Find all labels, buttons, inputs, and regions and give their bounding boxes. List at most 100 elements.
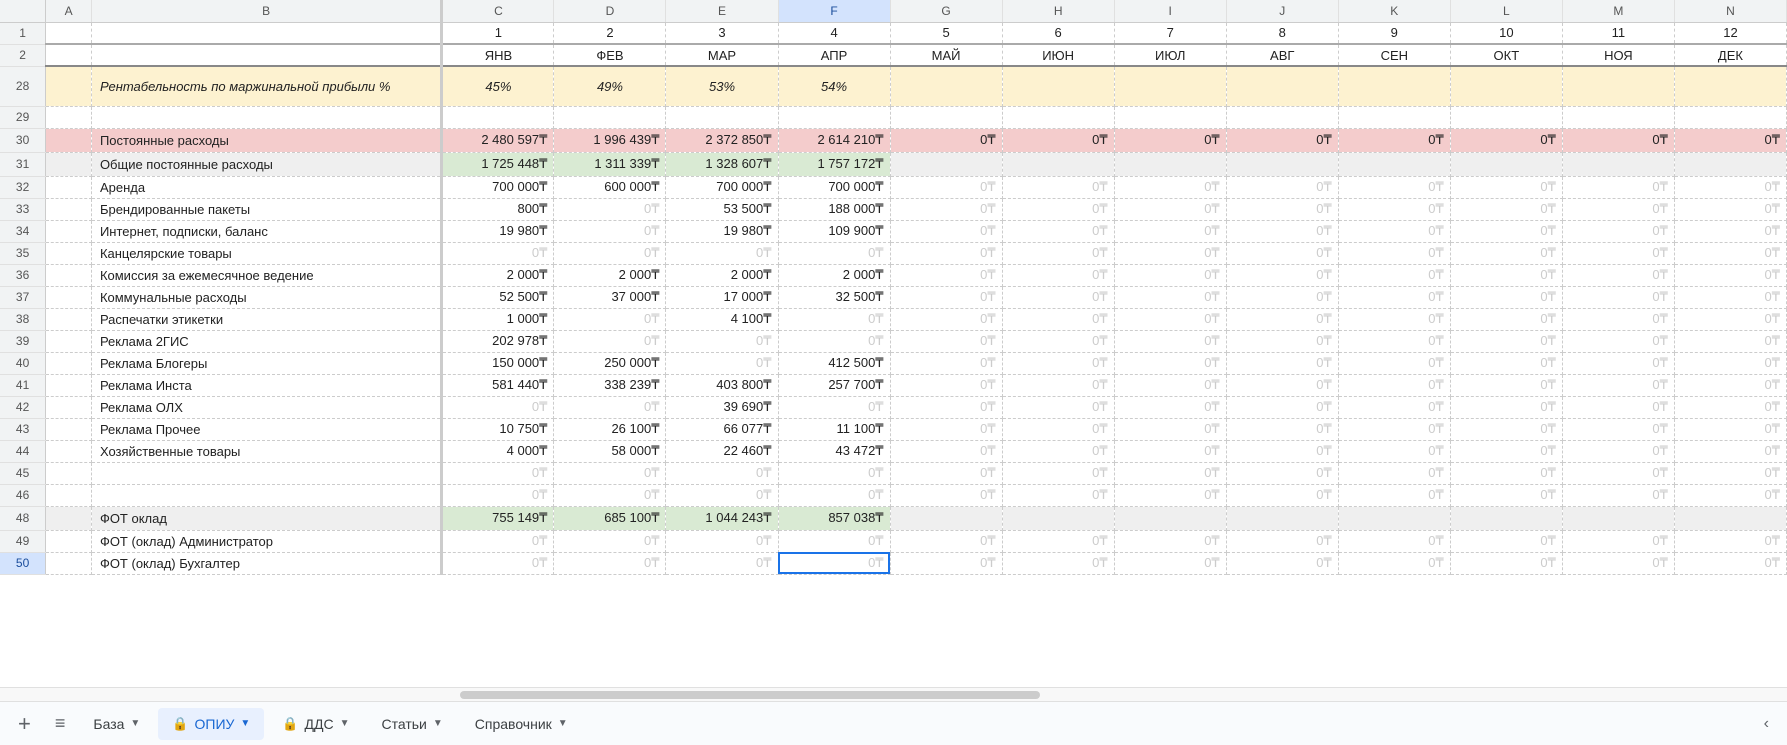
- cell-K42[interactable]: 0₸: [1338, 396, 1450, 418]
- cell-H42[interactable]: 0₸: [1002, 396, 1114, 418]
- cell-B2[interactable]: [91, 44, 441, 66]
- cell-G34[interactable]: 0₸: [890, 220, 1002, 242]
- cell-M40[interactable]: 0₸: [1562, 352, 1674, 374]
- spreadsheet-grid[interactable]: A B C D E F G H I J K L M N 112345678910…: [0, 0, 1787, 687]
- cell-G39[interactable]: 0₸: [890, 330, 1002, 352]
- cell-N36[interactable]: 0₸: [1674, 264, 1786, 286]
- cell-G35[interactable]: 0₸: [890, 242, 1002, 264]
- col-header-L[interactable]: L: [1450, 0, 1562, 22]
- cell-G2[interactable]: МАЙ: [890, 44, 1002, 66]
- cell-B32[interactable]: Аренда: [91, 176, 441, 198]
- col-header-E[interactable]: E: [666, 0, 778, 22]
- cell-C31[interactable]: 1 725 448₸: [442, 152, 554, 176]
- cell-F40[interactable]: 412 500₸: [778, 352, 890, 374]
- col-header-N[interactable]: N: [1674, 0, 1786, 22]
- cell-E32[interactable]: 700 000₸: [666, 176, 778, 198]
- row-header-39[interactable]: 39: [0, 330, 46, 352]
- cell-M29[interactable]: [1562, 106, 1674, 128]
- cell-K34[interactable]: 0₸: [1338, 220, 1450, 242]
- cell-H44[interactable]: 0₸: [1002, 440, 1114, 462]
- col-header-G[interactable]: G: [890, 0, 1002, 22]
- row-header-43[interactable]: 43: [0, 418, 46, 440]
- cell-C41[interactable]: 581 440₸: [442, 374, 554, 396]
- cell-J29[interactable]: [1226, 106, 1338, 128]
- cell-G36[interactable]: 0₸: [890, 264, 1002, 286]
- horizontal-scrollbar[interactable]: [0, 687, 1787, 701]
- cell-B1[interactable]: [91, 22, 441, 44]
- cell-L34[interactable]: 0₸: [1450, 220, 1562, 242]
- cell-M2[interactable]: НОЯ: [1562, 44, 1674, 66]
- cell-A34[interactable]: [46, 220, 92, 242]
- cell-I50[interactable]: 0₸: [1114, 552, 1226, 574]
- cell-D29[interactable]: [554, 106, 666, 128]
- cell-C37[interactable]: 52 500₸: [442, 286, 554, 308]
- cell-J43[interactable]: 0₸: [1226, 418, 1338, 440]
- cell-N48[interactable]: [1674, 506, 1786, 530]
- cell-K49[interactable]: 0₸: [1338, 530, 1450, 552]
- cell-G46[interactable]: 0₸: [890, 484, 1002, 506]
- cell-F49[interactable]: 0₸: [778, 530, 890, 552]
- cell-H2[interactable]: ИЮН: [1002, 44, 1114, 66]
- cell-N35[interactable]: 0₸: [1674, 242, 1786, 264]
- cell-B48[interactable]: ФОТ оклад: [91, 506, 441, 530]
- cell-G48[interactable]: [890, 506, 1002, 530]
- cell-K28[interactable]: [1338, 66, 1450, 106]
- cell-H38[interactable]: 0₸: [1002, 308, 1114, 330]
- cell-L28[interactable]: [1450, 66, 1562, 106]
- cell-B46[interactable]: [91, 484, 441, 506]
- row-header-2[interactable]: 2: [0, 44, 46, 66]
- cell-B35[interactable]: Канцелярские товары: [91, 242, 441, 264]
- cell-A50[interactable]: [46, 552, 92, 574]
- cell-G38[interactable]: 0₸: [890, 308, 1002, 330]
- cell-G1[interactable]: 5: [890, 22, 1002, 44]
- cell-C43[interactable]: 10 750₸: [442, 418, 554, 440]
- cell-J49[interactable]: 0₸: [1226, 530, 1338, 552]
- cell-B29[interactable]: [91, 106, 441, 128]
- cell-M48[interactable]: [1562, 506, 1674, 530]
- cell-J46[interactable]: 0₸: [1226, 484, 1338, 506]
- cell-C50[interactable]: 0₸: [442, 552, 554, 574]
- cell-I28[interactable]: [1114, 66, 1226, 106]
- cell-A41[interactable]: [46, 374, 92, 396]
- cell-H35[interactable]: 0₸: [1002, 242, 1114, 264]
- cell-F28[interactable]: 54%: [778, 66, 890, 106]
- cell-J1[interactable]: 8: [1226, 22, 1338, 44]
- cell-M41[interactable]: 0₸: [1562, 374, 1674, 396]
- cell-F46[interactable]: 0₸: [778, 484, 890, 506]
- col-header-B[interactable]: B: [91, 0, 441, 22]
- cell-C34[interactable]: 19 980₸: [442, 220, 554, 242]
- row-header-50[interactable]: 50: [0, 552, 46, 574]
- sheet-tab-ДДС[interactable]: 🔒ДДС▼: [268, 708, 363, 740]
- sheet-tab-Статьи[interactable]: Статьи▼: [368, 708, 457, 740]
- cell-E2[interactable]: МАР: [666, 44, 778, 66]
- cell-B31[interactable]: Общие постоянные расходы: [91, 152, 441, 176]
- cell-B34[interactable]: Интернет, подписки, баланс: [91, 220, 441, 242]
- cell-M28[interactable]: [1562, 66, 1674, 106]
- cell-M44[interactable]: 0₸: [1562, 440, 1674, 462]
- cell-J31[interactable]: [1226, 152, 1338, 176]
- cell-D43[interactable]: 26 100₸: [554, 418, 666, 440]
- cell-G29[interactable]: [890, 106, 1002, 128]
- cell-G49[interactable]: 0₸: [890, 530, 1002, 552]
- row-header-46[interactable]: 46: [0, 484, 46, 506]
- cell-K44[interactable]: 0₸: [1338, 440, 1450, 462]
- cell-J33[interactable]: 0₸: [1226, 198, 1338, 220]
- cell-H46[interactable]: 0₸: [1002, 484, 1114, 506]
- cell-I46[interactable]: 0₸: [1114, 484, 1226, 506]
- cell-L31[interactable]: [1450, 152, 1562, 176]
- sheet-tab-База[interactable]: База▼: [79, 708, 154, 740]
- cell-J2[interactable]: АВГ: [1226, 44, 1338, 66]
- cell-A1[interactable]: [46, 22, 92, 44]
- cell-L46[interactable]: 0₸: [1450, 484, 1562, 506]
- cell-J45[interactable]: 0₸: [1226, 462, 1338, 484]
- cell-N34[interactable]: 0₸: [1674, 220, 1786, 242]
- cell-F29[interactable]: [778, 106, 890, 128]
- row-header-38[interactable]: 38: [0, 308, 46, 330]
- row-header-36[interactable]: 36: [0, 264, 46, 286]
- cell-E45[interactable]: 0₸: [666, 462, 778, 484]
- cell-G44[interactable]: 0₸: [890, 440, 1002, 462]
- row-header-30[interactable]: 30: [0, 128, 46, 152]
- cell-K41[interactable]: 0₸: [1338, 374, 1450, 396]
- cell-I33[interactable]: 0₸: [1114, 198, 1226, 220]
- cell-M45[interactable]: 0₸: [1562, 462, 1674, 484]
